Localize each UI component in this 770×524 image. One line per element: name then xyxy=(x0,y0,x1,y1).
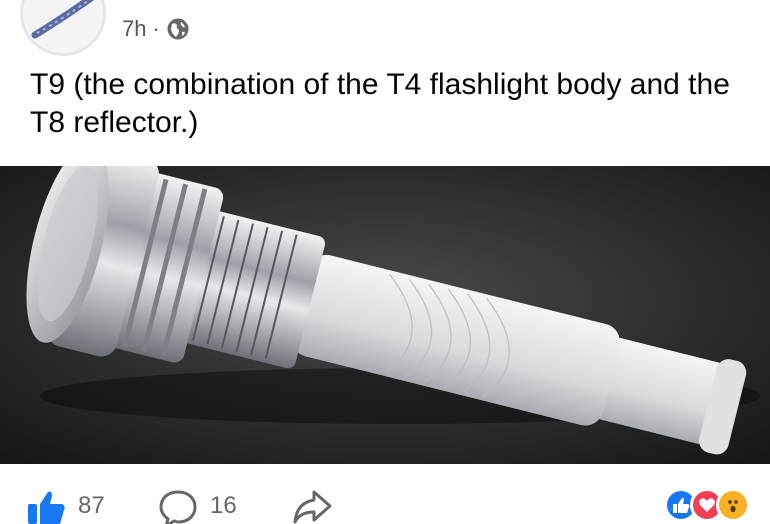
avatar[interactable] xyxy=(20,0,106,56)
comment-button[interactable]: 16 xyxy=(158,488,237,524)
post-header: 7h · xyxy=(0,0,770,60)
share-button[interactable] xyxy=(292,488,332,524)
comment-icon xyxy=(158,488,198,524)
post-time[interactable]: 7h xyxy=(122,16,146,42)
flashlight-photo[interactable] xyxy=(0,166,770,464)
meta-separator: · xyxy=(152,16,160,41)
reaction-summary[interactable] xyxy=(664,488,750,522)
action-bar: 87 16 xyxy=(0,476,770,524)
comment-count: 16 xyxy=(210,492,237,519)
thumbs-up-icon xyxy=(26,488,66,524)
post-text: T9 (the combination of the T4 flashlight… xyxy=(30,68,730,139)
post-meta: 7h · xyxy=(122,14,190,44)
like-count: 87 xyxy=(78,492,105,519)
wow-reaction-icon xyxy=(716,488,750,522)
like-button[interactable]: 87 xyxy=(26,488,105,524)
globe-icon xyxy=(166,17,190,41)
share-icon xyxy=(292,488,332,524)
